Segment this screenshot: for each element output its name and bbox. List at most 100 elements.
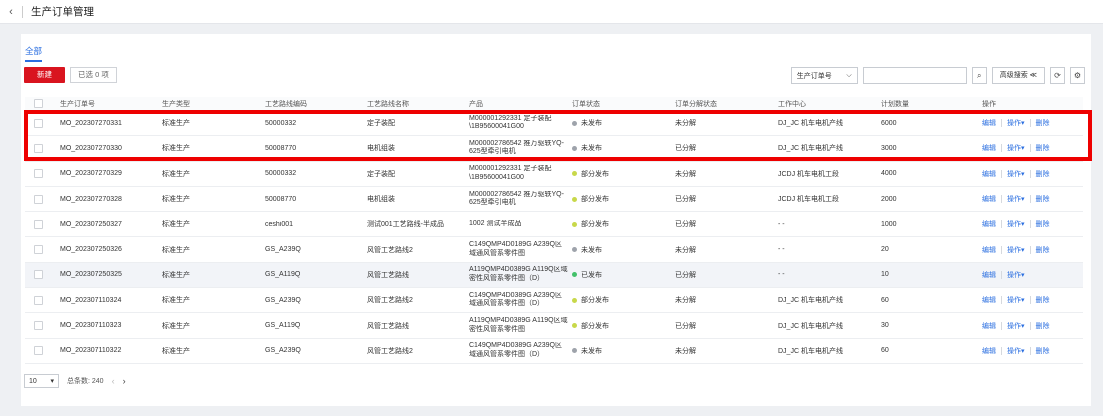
toolbar-right: 生产订单号 ⌵ ⌕ 高级搜索 ≪ ⟳ ⚙: [790, 67, 1085, 84]
status-dot-icon: [572, 145, 577, 151]
divider: [1001, 296, 1002, 305]
prev-page-icon[interactable]: ‹: [112, 376, 115, 386]
page-size-select[interactable]: 10 ▾: [24, 374, 59, 388]
row-checkbox[interactable]: [34, 143, 43, 153]
operate-dropdown[interactable]: 操作▾: [1007, 321, 1025, 331]
advanced-search-button[interactable]: 高级搜索 ≪: [991, 67, 1045, 84]
order-status: 已发布: [572, 270, 675, 280]
edit-link[interactable]: 编辑: [982, 346, 996, 356]
divider: [1001, 245, 1002, 254]
row-checkbox[interactable]: [34, 118, 43, 128]
route-name: 测试001工艺路线-半成品: [367, 221, 445, 229]
table-row[interactable]: MO_202307110322 标准生产 GS_A239Q 风管工艺路线2 C149QM…: [25, 339, 1083, 364]
edit-link[interactable]: 编辑: [982, 245, 996, 255]
row-checkbox[interactable]: [34, 321, 43, 331]
selected-count-button[interactable]: 已选 0 项: [70, 67, 117, 83]
delete-link[interactable]: 删除: [1036, 143, 1050, 153]
operate-dropdown[interactable]: 操作▾: [1007, 295, 1025, 305]
row-checkbox[interactable]: [34, 219, 43, 229]
route-name: 风管工艺路线2: [367, 246, 413, 254]
work-center: - -: [778, 271, 785, 279]
status-dot-icon: [572, 247, 577, 253]
order-status-label: 部分发布: [581, 196, 609, 204]
edit-link[interactable]: 编辑: [982, 169, 996, 179]
delete-link[interactable]: 删除: [1036, 194, 1050, 204]
search-icon[interactable]: ⌕: [971, 67, 987, 84]
gear-icon[interactable]: ⚙: [1070, 67, 1085, 84]
row-checkbox[interactable]: [34, 295, 43, 305]
production-type: 标准生产: [162, 145, 190, 153]
order-number: MO_202307270330: [60, 144, 122, 152]
delete-link[interactable]: 删除: [1036, 321, 1050, 331]
status-dot-icon: [572, 196, 577, 202]
tab-all[interactable]: 全部: [25, 45, 43, 62]
edit-link[interactable]: 编辑: [982, 219, 996, 229]
edit-link[interactable]: 编辑: [982, 270, 996, 280]
order-number: MO_202307110324: [60, 296, 122, 304]
row-checkbox[interactable]: [34, 245, 43, 255]
table-row[interactable]: MO_202307250325 标准生产 GS_A119Q 风管工艺路线 A119QMP…: [25, 262, 1083, 289]
divider: [22, 5, 23, 18]
production-type: 标准生产: [162, 297, 190, 305]
refresh-icon[interactable]: ⟳: [1050, 67, 1065, 84]
route-code: GS_A239Q: [265, 296, 301, 304]
operate-dropdown[interactable]: 操作▾: [1007, 270, 1025, 280]
delete-link[interactable]: 删除: [1036, 295, 1050, 305]
product: 1002 测试半成品: [469, 220, 522, 228]
row-checkbox[interactable]: [34, 194, 43, 204]
order-status-label: 部分发布: [581, 322, 609, 330]
order-status: 未发布: [572, 346, 675, 356]
operate-dropdown[interactable]: 操作▾: [1007, 346, 1025, 356]
table-row[interactable]: MO_202307250326 标准生产 GS_A239Q 风管工艺路线2 C149QM…: [25, 237, 1083, 263]
row-checkbox[interactable]: [34, 270, 43, 280]
order-status-label: 未发布: [581, 246, 602, 254]
next-page-icon[interactable]: ›: [123, 376, 126, 386]
operate-dropdown[interactable]: 操作▾: [1007, 169, 1025, 179]
row-checkbox[interactable]: [34, 169, 43, 179]
planned-quantity: 4000: [881, 170, 897, 178]
operate-dropdown[interactable]: 操作▾: [1007, 245, 1025, 255]
order-number: MO_202307270331: [60, 119, 122, 127]
caret-down-icon: ▾: [50, 378, 54, 385]
route-name: 风管工艺路线2: [367, 347, 413, 355]
planned-quantity: 2000: [881, 195, 897, 203]
delete-link[interactable]: 删除: [1036, 219, 1050, 229]
delete-link[interactable]: 删除: [1036, 118, 1050, 128]
table-row[interactable]: MO_202307250327 标准生产 ceshi001 测试001工艺路线-半成品…: [25, 212, 1083, 238]
production-type: 标准生产: [162, 221, 190, 229]
delete-link[interactable]: 删除: [1036, 245, 1050, 255]
order-number: MO_202307270329: [60, 170, 122, 178]
table-row[interactable]: MO_202307270330 标准生产 50008770 电机组装 M00000278…: [25, 136, 1083, 162]
table-row[interactable]: MO_202307270328 标准生产 50008770 电机组装 M00000278…: [25, 187, 1083, 213]
search-input[interactable]: [862, 67, 967, 84]
edit-link[interactable]: 编辑: [982, 295, 996, 305]
column-header: 工作中心: [778, 100, 806, 108]
back-icon[interactable]: ‹: [0, 6, 22, 18]
table-row[interactable]: MO_202307270329 标准生产 50000332 定子装配 M00000129…: [25, 162, 1083, 187]
search-field-select[interactable]: 生产订单号 ⌵: [790, 67, 858, 84]
table-row[interactable]: MO_202307110323 标准生产 GS_A119Q 风管工艺路线 A119QMP…: [25, 313, 1083, 339]
edit-link[interactable]: 编辑: [982, 194, 996, 204]
operate-dropdown[interactable]: 操作▾: [1007, 143, 1025, 153]
edit-link[interactable]: 编辑: [982, 321, 996, 331]
column-header: 生产订单号: [60, 100, 95, 108]
edit-link[interactable]: 编辑: [982, 143, 996, 153]
row-checkbox[interactable]: [34, 346, 43, 356]
order-status: 未发布: [572, 118, 675, 128]
delete-link[interactable]: 删除: [1036, 169, 1050, 179]
delete-link[interactable]: 删除: [1036, 346, 1050, 356]
operate-dropdown[interactable]: 操作▾: [1007, 118, 1025, 128]
operate-dropdown[interactable]: 操作▾: [1007, 194, 1025, 204]
table-row[interactable]: MO_202307270331 标准生产 50000332 定子装配 M00000129…: [25, 111, 1083, 137]
order-status: 部分发布: [572, 295, 675, 305]
divider: [1029, 144, 1031, 153]
route-code: GS_A119Q: [265, 271, 301, 279]
table-row[interactable]: MO_202307110324 标准生产 GS_A239Q 风管工艺路线2 C149QM…: [25, 288, 1083, 314]
total-count: 总条数: 240: [67, 378, 104, 385]
select-all-checkbox[interactable]: [34, 99, 43, 108]
edit-link[interactable]: 编辑: [982, 118, 996, 128]
divider: [1029, 220, 1031, 229]
operate-dropdown[interactable]: 操作▾: [1007, 219, 1025, 229]
status-dot-icon: [572, 297, 577, 303]
new-button[interactable]: 新建: [24, 67, 65, 83]
